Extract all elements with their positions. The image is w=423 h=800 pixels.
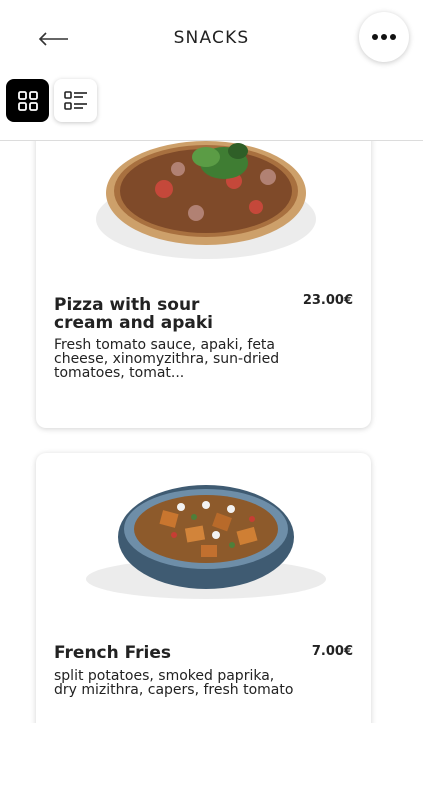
product-name: French Fries (54, 643, 172, 663)
list-icon (63, 90, 87, 110)
french-fries-image (86, 485, 326, 599)
product-card[interactable]: French Fries 7.00€ split potatoes, smoke… (36, 453, 371, 723)
more-options-button[interactable] (359, 12, 409, 62)
list-view-button[interactable] (54, 79, 97, 122)
product-price: 7.00€ (311, 644, 353, 659)
product-description: split potatoes, smoked paprika, dry mizi… (54, 668, 294, 698)
product-list[interactable]: Pizza with sour cream and apaki 23.00€ F… (0, 141, 423, 723)
grid-icon (17, 90, 38, 111)
more-horizontal-icon (372, 34, 396, 40)
pizza-image (96, 141, 316, 259)
grid-view-button[interactable] (6, 79, 49, 122)
product-card[interactable]: Pizza with sour cream and apaki 23.00€ F… (36, 141, 371, 428)
product-description: Fresh tomato sauce, apaki, feta cheese, … (54, 337, 280, 381)
product-price: 23.00€ (302, 293, 353, 308)
product-name: Pizza with sour cream and apaki (54, 295, 214, 333)
header-bar: SNACKS (0, 0, 423, 78)
